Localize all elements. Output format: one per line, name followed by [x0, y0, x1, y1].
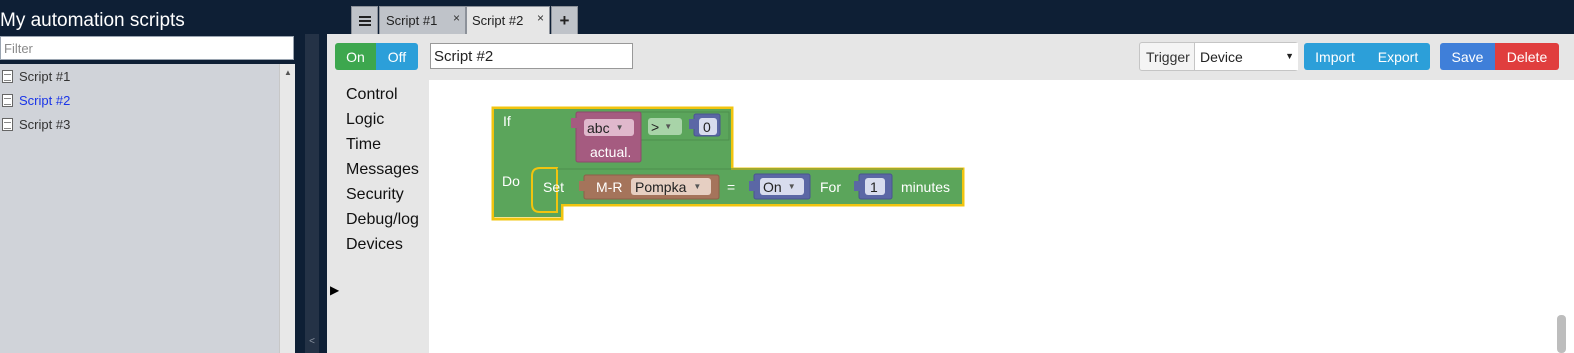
scripts-panel: My automation scripts Script #1 Script #…: [0, 0, 296, 353]
script-item-label: Script #3: [19, 116, 71, 132]
if-label: If: [503, 113, 511, 129]
workspace-scrollbar[interactable]: [1557, 315, 1566, 353]
trigger-group: Trigger Device ▼: [1139, 42, 1298, 71]
compare-value-field[interactable]: 0: [699, 118, 717, 135]
variable-field: actual.: [590, 144, 632, 160]
chevron-down-icon: ▼: [787, 182, 796, 191]
operator-value: >: [651, 118, 660, 135]
category-security[interactable]: Security: [346, 186, 404, 204]
add-tab-button[interactable]: +: [551, 6, 578, 34]
script-editor: On Off Trigger Device ▼ Import Export Sa…: [327, 34, 1574, 353]
state-dropdown[interactable]: On ▼: [760, 178, 804, 195]
for-label: For: [820, 179, 841, 195]
delete-button[interactable]: Delete: [1495, 43, 1559, 70]
blockly-workspace[interactable]: If Do abc ▼ actual. > ▼ 0 Set M-R Pompka…: [429, 80, 1574, 353]
close-icon[interactable]: ×: [453, 11, 460, 25]
state-value: On: [763, 178, 782, 195]
list-icon: [358, 15, 371, 26]
equals-label: =: [727, 179, 736, 195]
tab-bar: Script #1 × Script #2 × +: [319, 0, 1574, 34]
chevron-down-icon: ▼: [693, 182, 702, 191]
operator-dropdown[interactable]: > ▼: [648, 118, 682, 135]
document-icon: [2, 117, 13, 131]
splitter[interactable]: [296, 0, 305, 353]
trigger-value: Device: [1200, 48, 1243, 65]
do-label: Do: [502, 173, 520, 189]
document-icon: [2, 93, 13, 107]
list-scrollbar[interactable]: ▲: [279, 64, 295, 353]
unit-label: minutes: [901, 179, 951, 195]
category-devices[interactable]: Devices: [346, 236, 403, 254]
script-name-input[interactable]: [430, 43, 633, 69]
editor-toolbar: On Off Trigger Device ▼ Import Export Sa…: [327, 34, 1574, 80]
chevron-down-icon: ▼: [1285, 51, 1294, 61]
category-time[interactable]: Time: [346, 136, 381, 154]
script-item-label: Script #1: [19, 68, 71, 84]
category-control[interactable]: Control: [346, 86, 398, 104]
document-icon: [2, 69, 13, 83]
close-icon[interactable]: ×: [537, 11, 544, 25]
variable-dropdown[interactable]: abc ▼: [584, 119, 634, 136]
tab-label: Script #2: [472, 13, 524, 28]
category-debug-log[interactable]: Debug/log: [346, 211, 419, 229]
export-button[interactable]: Export: [1366, 43, 1430, 70]
variable-name: abc: [587, 119, 610, 136]
tab-script-2[interactable]: Script #2 ×: [466, 6, 550, 34]
block-toolbox: Control Logic Time Messages Security Deb…: [327, 80, 429, 353]
script-list: Script #1 Script #2 Script #3: [0, 64, 279, 353]
set-label: Set: [543, 179, 565, 195]
off-button[interactable]: Off: [376, 43, 418, 70]
category-logic[interactable]: Logic: [346, 111, 384, 129]
script-item-2[interactable]: Script #2: [0, 88, 279, 112]
scroll-up-icon[interactable]: ▲: [284, 68, 292, 77]
if-do-block[interactable]: [487, 104, 967, 224]
import-button[interactable]: Import: [1304, 43, 1366, 70]
triangle-right-icon: ▶: [330, 283, 340, 297]
device-name: Pompka: [635, 178, 687, 195]
tab-script-1[interactable]: Script #1 ×: [379, 6, 466, 34]
app-title: My automation scripts: [0, 10, 185, 31]
filter-input[interactable]: [0, 36, 294, 60]
device-dropdown[interactable]: Pompka ▼: [631, 178, 711, 195]
script-item-3[interactable]: Script #3: [0, 112, 279, 136]
category-messages[interactable]: Messages: [346, 161, 419, 179]
duration-field[interactable]: 1: [865, 178, 885, 195]
trigger-label: Trigger: [1146, 49, 1190, 65]
tab-label: Script #1: [386, 13, 438, 28]
device-prefix: M-R: [596, 179, 623, 195]
chevron-down-icon: ▼: [664, 122, 673, 131]
chevron-left-icon[interactable]: <: [305, 336, 319, 347]
script-item-1[interactable]: Script #1: [0, 64, 279, 88]
save-button[interactable]: Save: [1440, 43, 1495, 70]
collapse-bar[interactable]: [305, 34, 319, 353]
trigger-select[interactable]: Device ▼: [1194, 43, 1298, 70]
chevron-down-icon: ▼: [615, 123, 624, 132]
plus-icon: +: [559, 10, 570, 30]
tab-list-button[interactable]: [351, 6, 378, 34]
on-button[interactable]: On: [335, 43, 376, 70]
script-item-label: Script #2: [19, 92, 71, 108]
